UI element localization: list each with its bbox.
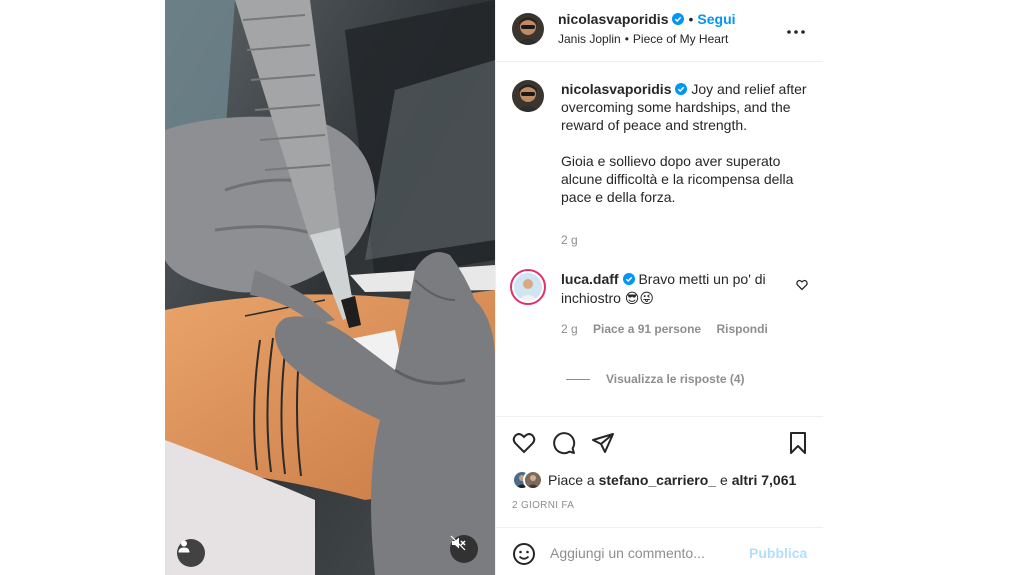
more-options-icon [787, 21, 805, 39]
reply-button[interactable]: Rispondi [716, 322, 767, 336]
page-margin-right [823, 0, 1024, 575]
post-video[interactable] [165, 0, 495, 575]
comment-input[interactable] [550, 540, 740, 566]
likes-prefix: Piace a [548, 472, 595, 488]
caption-text-it: Gioia e sollievo dopo aver superato alcu… [561, 153, 794, 205]
caption-time[interactable]: 2 g [561, 233, 578, 247]
commenter-username[interactable]: luca.daff [561, 271, 619, 287]
author-avatar[interactable] [512, 13, 544, 45]
post-date[interactable]: 2 GIORNI FA [512, 500, 574, 511]
likes-user[interactable]: stefano_carriero_ [599, 472, 717, 488]
comment-time[interactable]: 2 g [561, 322, 578, 336]
comment-icon [552, 432, 576, 459]
video-frame [165, 0, 495, 575]
more-options-button[interactable] [784, 20, 808, 40]
comment-like-button[interactable] [796, 278, 810, 292]
share-button[interactable] [591, 431, 615, 455]
replies-divider [566, 378, 590, 380]
bookmark-icon [786, 432, 810, 459]
save-button[interactable] [786, 431, 810, 455]
audio-title: Piece of My Heart [632, 32, 729, 46]
audio-artist: Janis Joplin [558, 32, 621, 46]
verified-badge-icon [672, 12, 685, 25]
post-caption: nicolasvaporidis Joy and relief after ov… [561, 80, 811, 224]
header-title-row: nicolasvaporidis • Segui [558, 11, 736, 27]
caption-username[interactable]: nicolasvaporidis [561, 81, 671, 97]
liker-avatar [523, 470, 543, 490]
caption-english: nicolasvaporidis Joy and relief after ov… [561, 80, 811, 134]
view-replies-label: Visualizza le risposte (4) [606, 372, 745, 386]
likes-summary[interactable]: Piace a stefano_carriero_ e altri 7,061 [512, 470, 796, 490]
comments-list[interactable]: nicolasvaporidis Joy and relief after ov… [496, 63, 824, 415]
add-comment-bar: Pubblica [496, 527, 824, 575]
likes-others[interactable]: altri 7,061 [732, 472, 797, 488]
comment-likes[interactable]: Piace a 91 persone [593, 322, 701, 336]
comment-button[interactable] [552, 431, 576, 455]
comment-meta: 2 g Piace a 91 persone Rispondi [561, 322, 780, 336]
page-margin-left [0, 0, 165, 575]
comment-body: luca.daff Bravo metti un po' di inchiost… [561, 270, 786, 308]
paper-plane-icon [591, 433, 615, 459]
verified-badge-icon [622, 271, 635, 285]
follow-button[interactable]: Segui [697, 11, 735, 27]
publish-button[interactable]: Pubblica [749, 545, 807, 561]
post-header: nicolasvaporidis • Segui Janis Joplin • Piec… [496, 0, 824, 62]
heart-icon [512, 433, 536, 459]
likes-middle: e [720, 472, 728, 488]
emoji-button[interactable] [512, 542, 536, 566]
audio-info[interactable]: Janis Joplin • Piece of My Heart [558, 32, 728, 46]
heart-icon [796, 278, 808, 295]
caption-author-avatar[interactable] [512, 80, 544, 112]
view-replies-button[interactable]: Visualizza le risposte (4) [566, 372, 745, 386]
audio-separator: • [624, 32, 629, 46]
liker-avatars [512, 470, 543, 490]
post-details-panel: nicolasvaporidis • Segui Janis Joplin • Piec… [495, 0, 824, 575]
verified-badge-icon [675, 81, 688, 95]
header-separator: • [688, 11, 694, 27]
emoji-icon [512, 543, 536, 570]
user-tag-button[interactable] [177, 539, 205, 567]
commenter-avatar[interactable] [510, 269, 546, 305]
mute-button[interactable] [450, 535, 478, 563]
post-actions-bar [496, 416, 824, 466]
like-button[interactable] [512, 431, 536, 455]
author-username[interactable]: nicolasvaporidis [558, 11, 668, 27]
